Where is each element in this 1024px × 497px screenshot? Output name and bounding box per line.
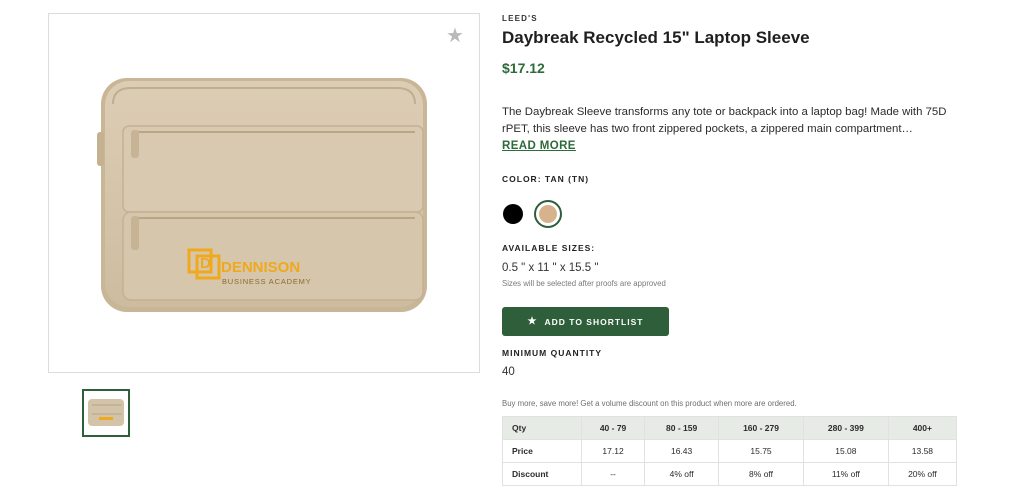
pricing-row-price: Price 17.12 16.43 15.75 15.08 13.58: [502, 439, 958, 463]
price-cell: 15.75: [718, 439, 804, 463]
row-label-qty: Qty: [502, 416, 582, 440]
product-image: D DENNISON BUSINESS ACADEMY: [93, 74, 433, 318]
brand-name: LEED'S: [502, 14, 538, 23]
discount-cell: 4% off: [644, 462, 720, 486]
color-swatch-tan-fill: [539, 205, 557, 223]
price-cell: 15.08: [802, 439, 889, 463]
discount-cell: 8% off: [718, 462, 804, 486]
row-label-price: Price: [502, 439, 582, 463]
sizes-note: Sizes will be selected after proofs are …: [502, 279, 666, 288]
product-title: Daybreak Recycled 15" Laptop Sleeve: [502, 28, 810, 47]
imprint-logo-letter: D: [200, 255, 211, 272]
pricing-row-discount: Discount -- 4% off 8% off 11% off 20% of…: [502, 462, 958, 486]
star-icon: ★: [527, 316, 538, 327]
imprint-logo-sub: BUSINESS ACADEMY: [222, 277, 312, 286]
imprint-logo-name: DENNISON: [221, 259, 300, 276]
discount-cell: 11% off: [802, 462, 889, 486]
color-label: COLOR: TAN (TN): [502, 174, 590, 184]
color-swatch-black[interactable]: [503, 204, 523, 224]
add-to-shortlist-label: ADD TO SHORTLIST: [544, 316, 644, 327]
sizes-label: AVAILABLE SIZES:: [502, 243, 596, 253]
pricing-table: Qty 40 - 79 80 - 159 160 - 279 280 - 399…: [502, 416, 958, 486]
pricing-row-qty: Qty 40 - 79 80 - 159 160 - 279 280 - 399…: [502, 416, 958, 440]
qty-cell: 280 - 399: [802, 416, 889, 440]
minimum-quantity-label: MINIMUM QUANTITY: [502, 348, 603, 358]
sizes-value: 0.5 " x 11 " x 15.5 ": [502, 262, 599, 274]
qty-cell: 80 - 159: [644, 416, 720, 440]
price-cell: 17.12: [580, 439, 646, 463]
qty-cell: 40 - 79: [580, 416, 646, 440]
price-cell: 13.58: [887, 439, 958, 463]
product-image-panel: ★ D DENNISON BUSINESS ACADEMY: [48, 13, 480, 373]
price-cell: 16.43: [644, 439, 720, 463]
color-swatch-tan[interactable]: [534, 200, 562, 228]
row-label-discount: Discount: [502, 462, 582, 486]
add-to-shortlist-button[interactable]: ★ ADD TO SHORTLIST: [502, 307, 669, 336]
read-more-link[interactable]: READ MORE: [502, 140, 576, 152]
qty-cell: 400+: [887, 416, 958, 440]
discount-cell: 20% off: [887, 462, 958, 486]
product-thumbnail[interactable]: [82, 389, 130, 437]
favorite-star-icon[interactable]: ★: [445, 26, 465, 46]
qty-cell: 160 - 279: [718, 416, 804, 440]
product-description: The Daybreak Sleeve transforms any tote …: [502, 106, 947, 135]
volume-discount-note: Buy more, save more! Get a volume discou…: [502, 399, 797, 408]
product-price: $17.12: [502, 60, 545, 76]
minimum-quantity-value: 40: [502, 366, 515, 378]
discount-cell: --: [580, 462, 646, 486]
